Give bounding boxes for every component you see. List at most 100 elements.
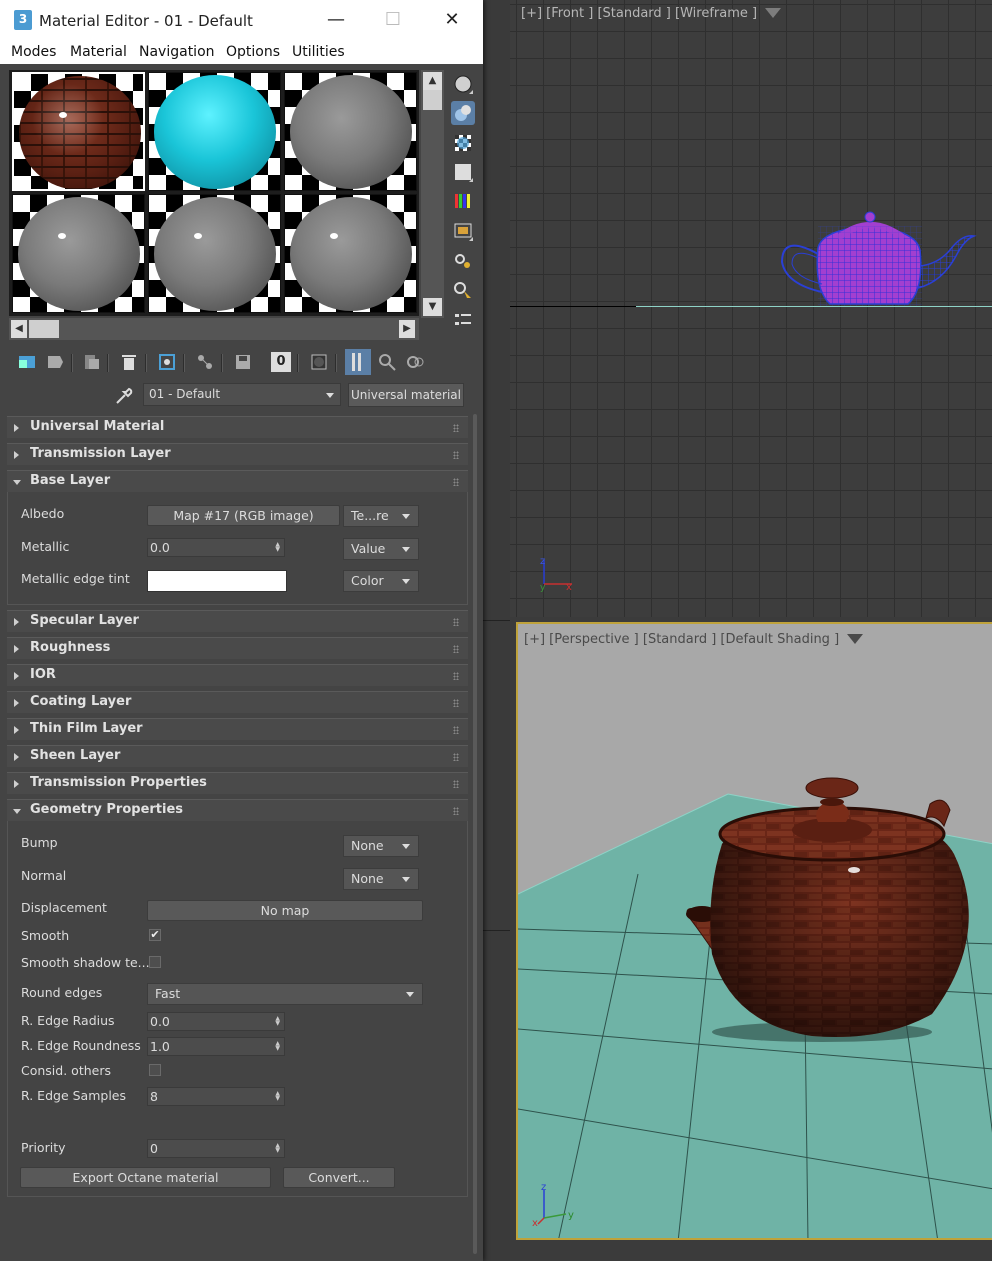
rollout-transmission-layer[interactable]: Transmission Layer: [7, 443, 468, 465]
rollout-thin-film-layer[interactable]: Thin Film Layer: [7, 718, 468, 740]
material-editor-window[interactable]: 3 Material Editor - 01 - Default — ☐ ✕ M…: [0, 0, 483, 1261]
convert-button[interactable]: Convert...: [283, 1167, 395, 1188]
material-type-button[interactable]: Universal material: [348, 383, 464, 407]
rollout-roughness[interactable]: Roughness: [7, 637, 468, 659]
minimize-button[interactable]: —: [321, 8, 351, 32]
spinner-arrows-icon[interactable]: ▲ ▼: [275, 1041, 280, 1052]
close-button[interactable]: ✕: [437, 8, 467, 32]
rollout-ior[interactable]: IOR: [7, 664, 468, 686]
material-slot-5[interactable]: [148, 194, 281, 313]
bump-select[interactable]: None: [343, 835, 419, 857]
drag-grip-icon[interactable]: [453, 807, 459, 815]
go-forward-sibling-icon[interactable]: [405, 352, 425, 372]
sample-type-sphere-icon[interactable]: [451, 72, 475, 96]
make-preview-icon[interactable]: [451, 219, 475, 243]
menu-utilities[interactable]: Utilities: [292, 44, 345, 60]
filter-icon[interactable]: [847, 634, 864, 644]
drag-grip-icon[interactable]: [453, 645, 459, 653]
export-octane-material-button[interactable]: Export Octane material: [20, 1167, 271, 1188]
front-viewport[interactable]: [+] [Front ] [Standard ] [Wireframe ] z …: [510, 0, 992, 617]
eyedropper-icon[interactable]: [114, 386, 134, 406]
metallic-edge-color-swatch[interactable]: [147, 570, 287, 592]
select-by-material-icon[interactable]: [451, 278, 475, 302]
drag-grip-icon[interactable]: [453, 726, 459, 734]
smooth-shadow-checkbox[interactable]: [149, 956, 161, 968]
displacement-map-button[interactable]: No map: [147, 900, 423, 921]
material-slot-6[interactable]: [284, 194, 417, 313]
metallic-mode-select[interactable]: Value: [343, 538, 419, 560]
options-icon[interactable]: [451, 249, 475, 273]
show-end-result-icon[interactable]: [345, 349, 371, 375]
menu-material[interactable]: Material: [70, 44, 127, 60]
menu-navigation[interactable]: Navigation: [139, 44, 215, 60]
scroll-left-icon[interactable]: ◀: [11, 320, 27, 338]
sample-uv-tiling-icon[interactable]: [451, 160, 475, 184]
material-name-field[interactable]: 01 - Default: [143, 383, 341, 406]
delete-icon[interactable]: [119, 352, 139, 372]
rollout-sheen-layer[interactable]: Sheen Layer: [7, 745, 468, 767]
teapot-render[interactable]: [682, 774, 992, 1044]
scroll-thumb-h[interactable]: [29, 320, 59, 338]
rollout-coating-layer[interactable]: Coating Layer: [7, 691, 468, 713]
scroll-right-icon[interactable]: ▶: [399, 320, 415, 338]
smooth-checkbox[interactable]: ✔: [149, 929, 161, 941]
drag-grip-icon[interactable]: [453, 618, 459, 626]
scroll-down-icon[interactable]: ▼: [423, 298, 442, 316]
drag-grip-icon[interactable]: [453, 672, 459, 680]
rollout-transmission-properties[interactable]: Transmission Properties: [7, 772, 468, 794]
material-slot-3[interactable]: [284, 72, 417, 191]
consid-others-checkbox[interactable]: [149, 1064, 161, 1076]
material-slot-1[interactable]: [12, 72, 145, 191]
background-checker-icon[interactable]: [451, 131, 475, 155]
material-map-navigator-icon[interactable]: [451, 308, 475, 332]
panel-scroll-thumb[interactable]: [473, 414, 477, 1254]
metallic-spinner[interactable]: 0.0 ▲ ▼: [147, 538, 285, 557]
perspective-viewport[interactable]: [+] [Perspective ] [Standard ] [Default …: [516, 622, 992, 1240]
make-unique-icon[interactable]: [157, 352, 177, 372]
go-to-parent-icon[interactable]: [377, 352, 397, 372]
panel-scrollbar[interactable]: [471, 414, 479, 1254]
backlight-icon[interactable]: [451, 101, 475, 125]
drag-grip-icon[interactable]: [453, 780, 459, 788]
priority-spinner[interactable]: 0 ▲ ▼: [147, 1139, 285, 1158]
scroll-thumb[interactable]: [423, 90, 442, 110]
maximize-button[interactable]: ☐: [378, 8, 408, 32]
edge-samples-spinner[interactable]: 8 ▲ ▼: [147, 1087, 285, 1106]
albedo-map-button[interactable]: Map #17 (RGB image): [147, 505, 340, 526]
drag-grip-icon[interactable]: [453, 478, 459, 486]
material-slot-2[interactable]: [148, 72, 281, 191]
material-slot-4[interactable]: [12, 194, 145, 313]
teapot-wireframe[interactable]: [778, 208, 978, 308]
edge-radius-spinner[interactable]: 0.0 ▲ ▼: [147, 1012, 285, 1031]
menu-modes[interactable]: Modes: [11, 44, 56, 60]
perspective-viewport-label[interactable]: [+] [Perspective ] [Standard ] [Default …: [524, 632, 864, 647]
put-to-library-icon[interactable]: [195, 352, 215, 372]
spinner-arrows-icon[interactable]: ▲ ▼: [275, 1143, 280, 1154]
spinner-arrows-icon[interactable]: ▲ ▼: [275, 542, 280, 553]
round-edges-select[interactable]: Fast: [147, 983, 423, 1005]
albedo-mode-select[interactable]: Te...re: [343, 505, 419, 527]
menu-options[interactable]: Options: [226, 44, 280, 60]
save-icon[interactable]: [233, 352, 253, 372]
spinner-arrows-icon[interactable]: ▲ ▼: [275, 1016, 280, 1027]
drag-grip-icon[interactable]: [453, 753, 459, 761]
scroll-up-icon[interactable]: ▲: [423, 72, 442, 90]
show-shaded-icon[interactable]: [309, 352, 329, 372]
preview-horizontal-scrollbar[interactable]: ◀ ▶: [9, 318, 419, 340]
chevron-down-icon[interactable]: [326, 393, 334, 398]
rollout-base-layer[interactable]: Base Layer: [7, 470, 468, 492]
get-material-icon[interactable]: [17, 352, 37, 372]
edge-roundness-spinner[interactable]: 1.0 ▲ ▼: [147, 1037, 285, 1056]
material-id-channel-button[interactable]: 0: [271, 352, 291, 372]
rollout-geometry-properties[interactable]: Geometry Properties: [7, 799, 468, 821]
drag-grip-icon[interactable]: [453, 451, 459, 459]
front-viewport-label[interactable]: [+] [Front ] [Standard ] [Wireframe ]: [521, 6, 782, 21]
title-bar[interactable]: 3 Material Editor - 01 - Default — ☐ ✕: [0, 0, 483, 40]
assign-material-icon[interactable]: [81, 352, 101, 372]
video-color-check-icon[interactable]: [451, 189, 475, 213]
rollout-specular-layer[interactable]: Specular Layer: [7, 610, 468, 632]
drag-grip-icon[interactable]: [453, 699, 459, 707]
spinner-arrows-icon[interactable]: ▲ ▼: [275, 1091, 280, 1102]
drag-grip-icon[interactable]: [453, 424, 459, 432]
rollout-universal-material[interactable]: Universal Material: [7, 416, 468, 438]
